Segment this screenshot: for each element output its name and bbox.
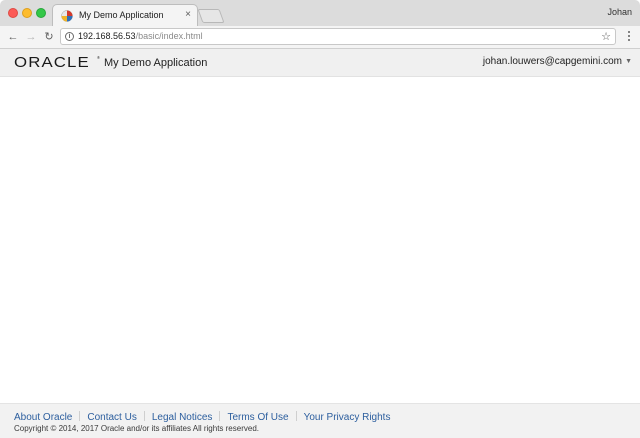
tab-title: My Demo Application — [79, 10, 164, 20]
footer-divider — [219, 411, 221, 421]
chevron-down-icon[interactable]: ▼ — [625, 58, 632, 65]
oracle-app-favicon-icon — [61, 10, 73, 22]
user-menu[interactable]: johan.louwers@capgemini.com — [483, 56, 622, 67]
tab-my-demo-application[interactable]: My Demo Application × — [52, 4, 198, 27]
browser-menu-icon[interactable] — [624, 30, 634, 44]
new-tab-button[interactable] — [197, 9, 225, 23]
footer-divider — [79, 411, 81, 421]
tab-close-icon[interactable]: × — [185, 9, 191, 21]
tab-strip: My Demo Application × Johan — [0, 0, 640, 27]
app-footer: About Oracle Contact Us Legal Notices Terms… — [0, 403, 640, 438]
url-host: 192.168.56.53 — [78, 31, 136, 41]
window-maximize-button[interactable] — [36, 8, 46, 18]
forward-arrow-icon[interactable]: → — [24, 30, 38, 44]
footer-divider — [295, 411, 297, 421]
back-arrow-icon[interactable]: ← — [6, 30, 20, 44]
window-minimize-button[interactable] — [22, 8, 32, 18]
footer-links: About Oracle Contact Us Legal Notices Terms… — [14, 411, 390, 423]
app-title: My Demo Application — [104, 57, 208, 69]
address-bar[interactable]: i 192.168.56.53/basic/index.html ☆ — [60, 28, 616, 45]
browser-profile-name[interactable]: Johan — [607, 7, 632, 17]
window-close-button[interactable] — [8, 8, 18, 18]
menu-dot — [628, 39, 630, 41]
bookmark-star-icon[interactable]: ☆ — [601, 30, 611, 43]
copyright-text: Copyright © 2014, 2017 Oracle and/or its… — [14, 424, 259, 433]
browser-window: My Demo Application × Johan ← → ↻ i 192.… — [0, 0, 640, 438]
footer-link-about-oracle[interactable]: About Oracle — [14, 412, 72, 423]
reload-icon[interactable]: ↻ — [42, 30, 56, 44]
url-path: /basic/index.html — [135, 31, 203, 41]
url-text[interactable]: 192.168.56.53/basic/index.html — [78, 31, 203, 41]
browser-toolbar: ← → ↻ i 192.168.56.53/basic/index.html ☆ — [0, 26, 640, 49]
footer-divider — [143, 411, 145, 421]
oracle-logo-registered-mark: ® — [97, 55, 100, 60]
menu-dot — [628, 35, 630, 37]
oracle-logo[interactable]: ORACLE — [14, 54, 90, 71]
site-info-icon[interactable]: i — [65, 32, 74, 41]
main-content — [0, 77, 640, 403]
footer-link-terms-of-use[interactable]: Terms Of Use — [227, 412, 288, 423]
menu-dot — [628, 31, 630, 33]
app-header: ORACLE ® My Demo Application johan.louwe… — [0, 49, 640, 77]
footer-link-legal-notices[interactable]: Legal Notices — [152, 412, 213, 423]
footer-link-privacy-rights[interactable]: Your Privacy Rights — [304, 412, 391, 423]
footer-link-contact-us[interactable]: Contact Us — [87, 412, 136, 423]
